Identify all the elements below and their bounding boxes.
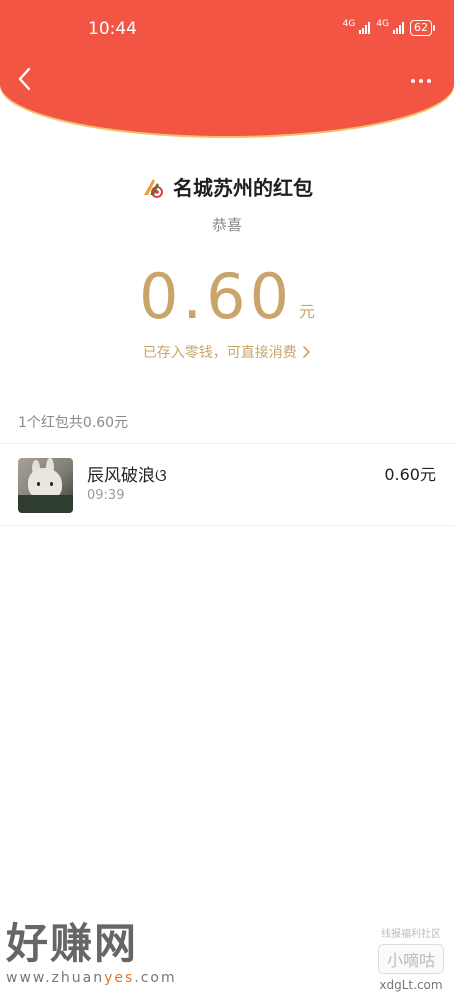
saved-to-wallet-link[interactable]: 已存入零钱，可直接消费: [0, 342, 454, 362]
watermark-left: 好赚网 www.zhuanyes.com: [6, 919, 177, 987]
back-button[interactable]: [10, 66, 40, 96]
chevron-left-icon: [18, 67, 31, 91]
battery-icon: 62: [410, 20, 435, 36]
more-dots-icon: [411, 79, 415, 83]
watermark-right-logo: 小嘀咕: [377, 944, 444, 974]
watermark-left-url: www.zhuanyes.com: [6, 970, 177, 986]
chevron-right-icon: [303, 346, 311, 358]
status-icons: 4G 4G 62: [342, 18, 435, 36]
amount-unit: 元: [299, 302, 316, 321]
watermark-right-url: xdgLt.com: [379, 978, 443, 992]
network-label: 4G: [342, 18, 356, 29]
sender-logo-icon: [144, 178, 163, 198]
header-banner: 10:44 4G 4G 62: [0, 0, 454, 136]
record-amount: 0.60元: [384, 465, 436, 484]
list-item[interactable]: 辰风破浪ଓ 09:39 0.60元: [0, 444, 454, 526]
network-label-2: 4G: [376, 18, 389, 29]
sender-title: 名城苏州的红包: [173, 176, 313, 200]
watermark-left-title: 好赚网: [6, 919, 139, 968]
sender-row: 名城苏州的红包: [0, 172, 454, 201]
watermark-right: 线报福利社区 小嘀咕 xdgLt.com: [377, 925, 444, 992]
packet-summary: 1个红包共0.60元: [18, 415, 129, 431]
blessing-text: 恭喜: [211, 216, 242, 234]
record-time: 09:39: [87, 488, 125, 503]
status-time: 10:44: [88, 19, 137, 39]
saved-link-label: 已存入零钱，可直接消费: [142, 345, 297, 361]
record-name: 辰风破浪ଓ: [87, 466, 167, 486]
amount-value: 0.60: [138, 260, 294, 333]
watermark-right-caption: 线报福利社区: [380, 929, 441, 940]
signal-icon: [359, 22, 371, 34]
more-button[interactable]: [406, 66, 436, 96]
status-bar: 10:44 4G 4G 62: [0, 0, 454, 58]
signal-icon-2: [393, 22, 404, 34]
divider: [0, 525, 454, 526]
avatar: [18, 458, 73, 513]
amount-row: 0.60 元: [0, 262, 454, 332]
